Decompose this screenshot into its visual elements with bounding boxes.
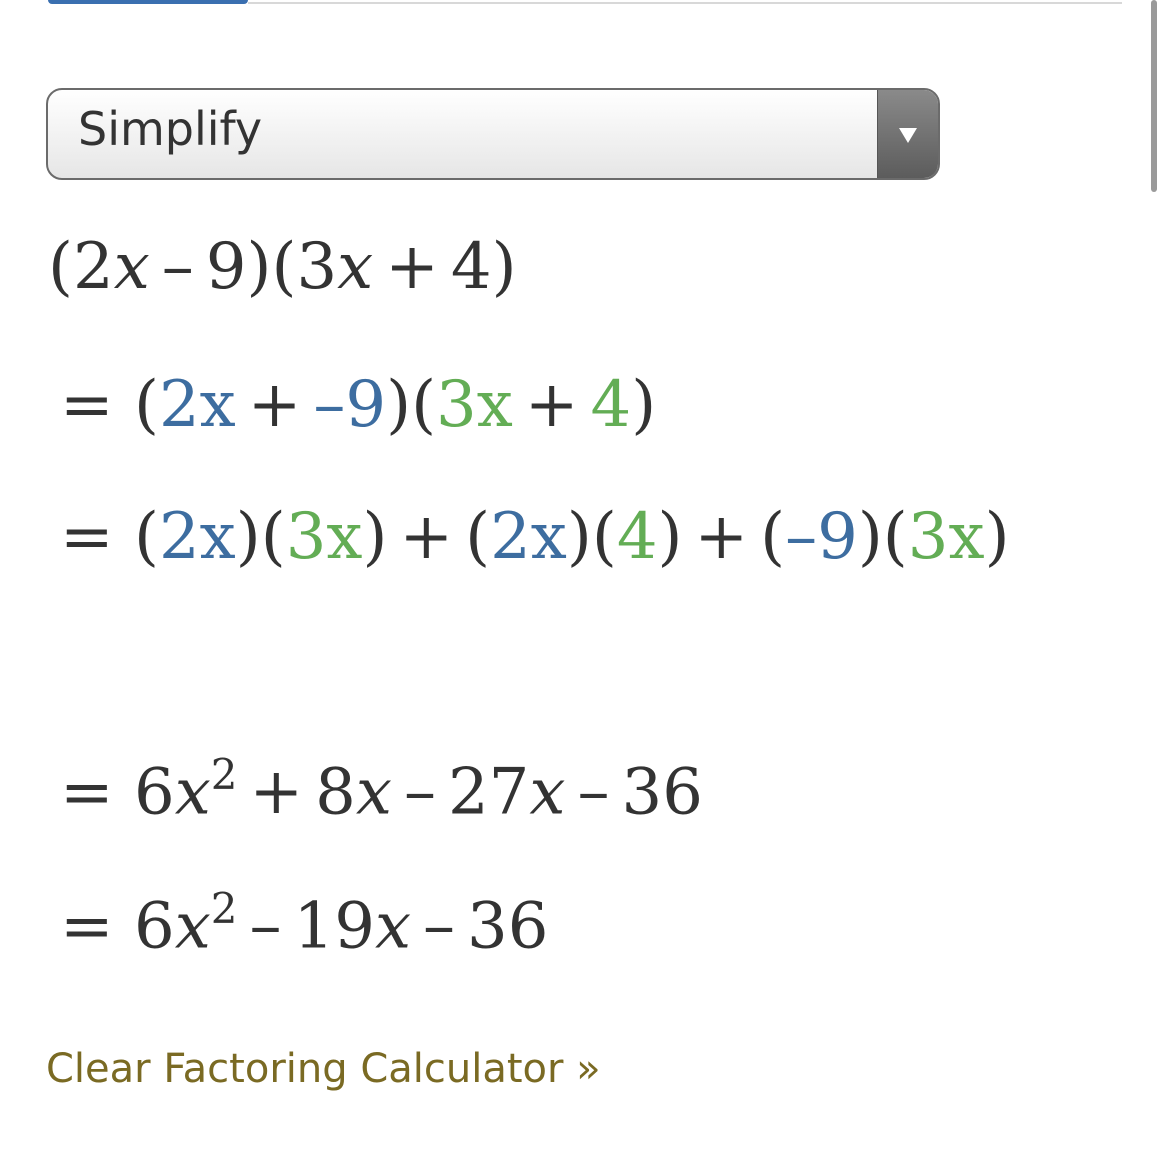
coef: 6 bbox=[133, 889, 175, 964]
paren: ( bbox=[48, 230, 73, 304]
paren: ( bbox=[760, 500, 786, 574]
step-multiply: = 6x2 +8x –27x –36 bbox=[60, 750, 703, 830]
operator: – bbox=[403, 755, 436, 830]
term-c: 3x bbox=[285, 500, 363, 574]
variable: x bbox=[529, 755, 566, 830]
term-a: 2x bbox=[490, 500, 567, 574]
equals-sign: = bbox=[60, 755, 114, 830]
term-a: 2x bbox=[158, 500, 236, 574]
paren: )( bbox=[386, 368, 437, 442]
exponent: 2 bbox=[210, 884, 238, 933]
term-c: 3x bbox=[907, 500, 985, 574]
top-divider bbox=[248, 2, 1122, 4]
constant: 36 bbox=[467, 889, 549, 964]
operation-select-value: Simplify bbox=[78, 102, 263, 156]
term-c: 3x bbox=[436, 368, 513, 442]
operator: + bbox=[399, 500, 454, 574]
term-d: 4 bbox=[616, 500, 658, 574]
operator: – bbox=[423, 889, 456, 964]
coef: 3 bbox=[296, 230, 338, 304]
coef: 19 bbox=[293, 889, 375, 964]
active-tab-indicator[interactable] bbox=[48, 0, 248, 4]
term-b: –9 bbox=[785, 500, 858, 574]
operator: + bbox=[247, 368, 302, 442]
equals-sign: = bbox=[60, 889, 114, 964]
scrollbar[interactable] bbox=[1151, 0, 1157, 192]
coef: 6 bbox=[133, 755, 175, 830]
paren: ) bbox=[984, 500, 1010, 574]
variable: x bbox=[337, 230, 374, 304]
operator: + bbox=[249, 755, 304, 830]
coef: 2 bbox=[72, 230, 114, 304]
operator: – bbox=[161, 230, 194, 304]
paren: ( bbox=[133, 500, 159, 574]
paren: ) bbox=[631, 368, 657, 442]
equals-sign: = bbox=[60, 368, 114, 442]
exponent: 2 bbox=[210, 750, 238, 799]
paren: ( bbox=[465, 500, 491, 574]
variable: x bbox=[174, 889, 211, 964]
final-result: = 6x2–19x –36 bbox=[60, 884, 549, 964]
operator: – bbox=[249, 889, 282, 964]
operator: – bbox=[577, 755, 610, 830]
step-rewrite: = (2x + –9)(3x +4) bbox=[60, 368, 656, 442]
coef: 27 bbox=[447, 755, 530, 830]
variable: x bbox=[355, 755, 392, 830]
term-b: –9 bbox=[313, 368, 387, 442]
paren: ) bbox=[362, 500, 388, 574]
step-distribute: = (2x)(3x) + (2x)(4) + (–9)(3x) bbox=[60, 500, 1010, 574]
variable: x bbox=[374, 889, 412, 964]
operator: + bbox=[694, 500, 749, 574]
input-expression: (2x –9)(3x +4) bbox=[48, 230, 517, 304]
paren: )( bbox=[235, 500, 286, 574]
chevron-down-icon bbox=[899, 128, 917, 143]
clear-calculator-link[interactable]: Clear Factoring Calculator » bbox=[46, 1046, 601, 1092]
term-a: 2x bbox=[158, 368, 236, 442]
term-d: 4 bbox=[590, 368, 632, 442]
operation-select[interactable]: Simplify bbox=[46, 88, 940, 180]
constant: 4 bbox=[450, 230, 492, 304]
paren: )( bbox=[857, 500, 908, 574]
operator: + bbox=[385, 230, 439, 304]
paren: )( bbox=[566, 500, 617, 574]
variable: x bbox=[113, 230, 150, 304]
paren: ( bbox=[133, 368, 159, 442]
select-dropdown-button[interactable] bbox=[877, 90, 938, 178]
variable: x bbox=[174, 755, 211, 830]
operator: + bbox=[524, 368, 579, 442]
equals-sign: = bbox=[60, 500, 114, 574]
constant: 9 bbox=[205, 230, 247, 304]
constant: 36 bbox=[621, 755, 703, 830]
coef: 8 bbox=[315, 755, 356, 830]
paren: )( bbox=[246, 230, 297, 304]
paren: ) bbox=[657, 500, 683, 574]
paren: ) bbox=[491, 230, 517, 304]
